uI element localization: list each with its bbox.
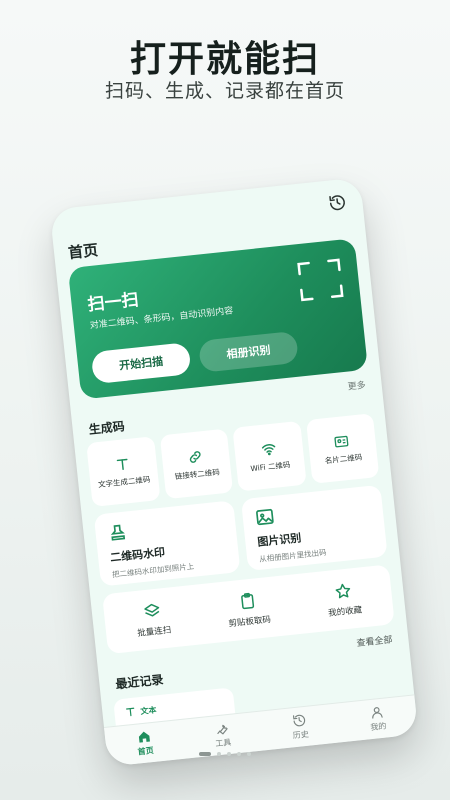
tool-label: 文字生成二维码 (97, 474, 151, 490)
tool-link-qr[interactable]: 链接转二维码 (159, 428, 234, 500)
quick-label: 我的收藏 (327, 604, 363, 619)
tool-label: WiFi 二维码 (249, 459, 291, 474)
pagination-dot[interactable] (227, 752, 231, 756)
start-scan-button[interactable]: 开始扫描 (90, 342, 192, 385)
wrench-icon (217, 724, 228, 735)
quick-favorites[interactable]: 我的收藏 (293, 564, 395, 634)
phone-mockup: 首页 扫一扫 对准二维码、条形码，自动识别内容 开始扫描 相册识别 更多 生成码… (49, 177, 419, 767)
promo-headline: 打开就能扫 (129, 39, 320, 80)
tool-wifi-qr[interactable]: WiFi 二维码 (232, 420, 307, 492)
quick-batch-scan[interactable]: 批量连扫 (102, 584, 204, 654)
clipboard-icon (241, 592, 255, 609)
tab-history[interactable]: 历史 (259, 704, 341, 751)
recent-section-title: 最近记录 (114, 672, 165, 692)
quick-label: 批量连扫 (136, 624, 172, 639)
star-icon (335, 583, 351, 598)
wifi-icon (261, 443, 276, 456)
record-type-label: 文本 (140, 704, 157, 716)
view-all-link[interactable]: 查看全部 (356, 632, 393, 649)
tool-label: 链接转二维码 (174, 467, 221, 481)
contact-card-icon (334, 435, 349, 448)
tool-label: 名片二维码 (324, 452, 363, 466)
promo-subline: 扫码、生成、记录都在首页 (104, 80, 345, 102)
scan-card[interactable]: 扫一扫 对准二维码、条形码，自动识别内容 开始扫描 相册识别 (67, 238, 369, 400)
user-icon (372, 707, 383, 719)
generate-section-title: 生成码 (88, 419, 126, 437)
page-title: 首页 (67, 241, 100, 263)
tab-label: 历史 (292, 729, 310, 741)
more-link[interactable]: 更多 (347, 378, 366, 393)
layers-icon (144, 603, 160, 617)
quick-label: 剪贴板取码 (228, 614, 272, 629)
pagination-dot-active[interactable] (199, 752, 211, 756)
link-icon (190, 450, 201, 463)
history-icon (292, 714, 306, 727)
home-icon (138, 731, 150, 743)
image-icon (256, 508, 274, 526)
pagination-dot[interactable] (237, 752, 241, 756)
feature-image-recognize[interactable]: 图片识别 从相册图片里找出码 (240, 484, 388, 572)
stamp-icon (110, 524, 126, 541)
tool-card-qr[interactable]: 名片二维码 (305, 413, 380, 484)
tab-home[interactable]: 首页 (104, 720, 186, 767)
text-icon (116, 458, 128, 470)
text-icon (126, 707, 135, 717)
tab-label: 我的 (369, 721, 387, 733)
history-icon[interactable] (328, 193, 348, 213)
tab-label: 工具 (214, 737, 232, 749)
tab-mine[interactable]: 我的 (337, 695, 419, 742)
pagination-dot[interactable] (217, 752, 221, 756)
feature-watermark[interactable]: 二维码水印 把二维码水印加到照片上 (93, 500, 241, 587)
pagination-dot[interactable] (247, 752, 251, 756)
tool-text-qr[interactable]: 文字生成二维码 (86, 436, 161, 507)
scan-title: 扫一扫 (86, 290, 140, 316)
quick-clipboard[interactable]: 剪贴板取码 (198, 574, 300, 644)
album-recognize-button[interactable]: 相册识别 (198, 330, 299, 373)
pagination-dots (0, 752, 450, 756)
scan-frame-icon (297, 258, 344, 302)
